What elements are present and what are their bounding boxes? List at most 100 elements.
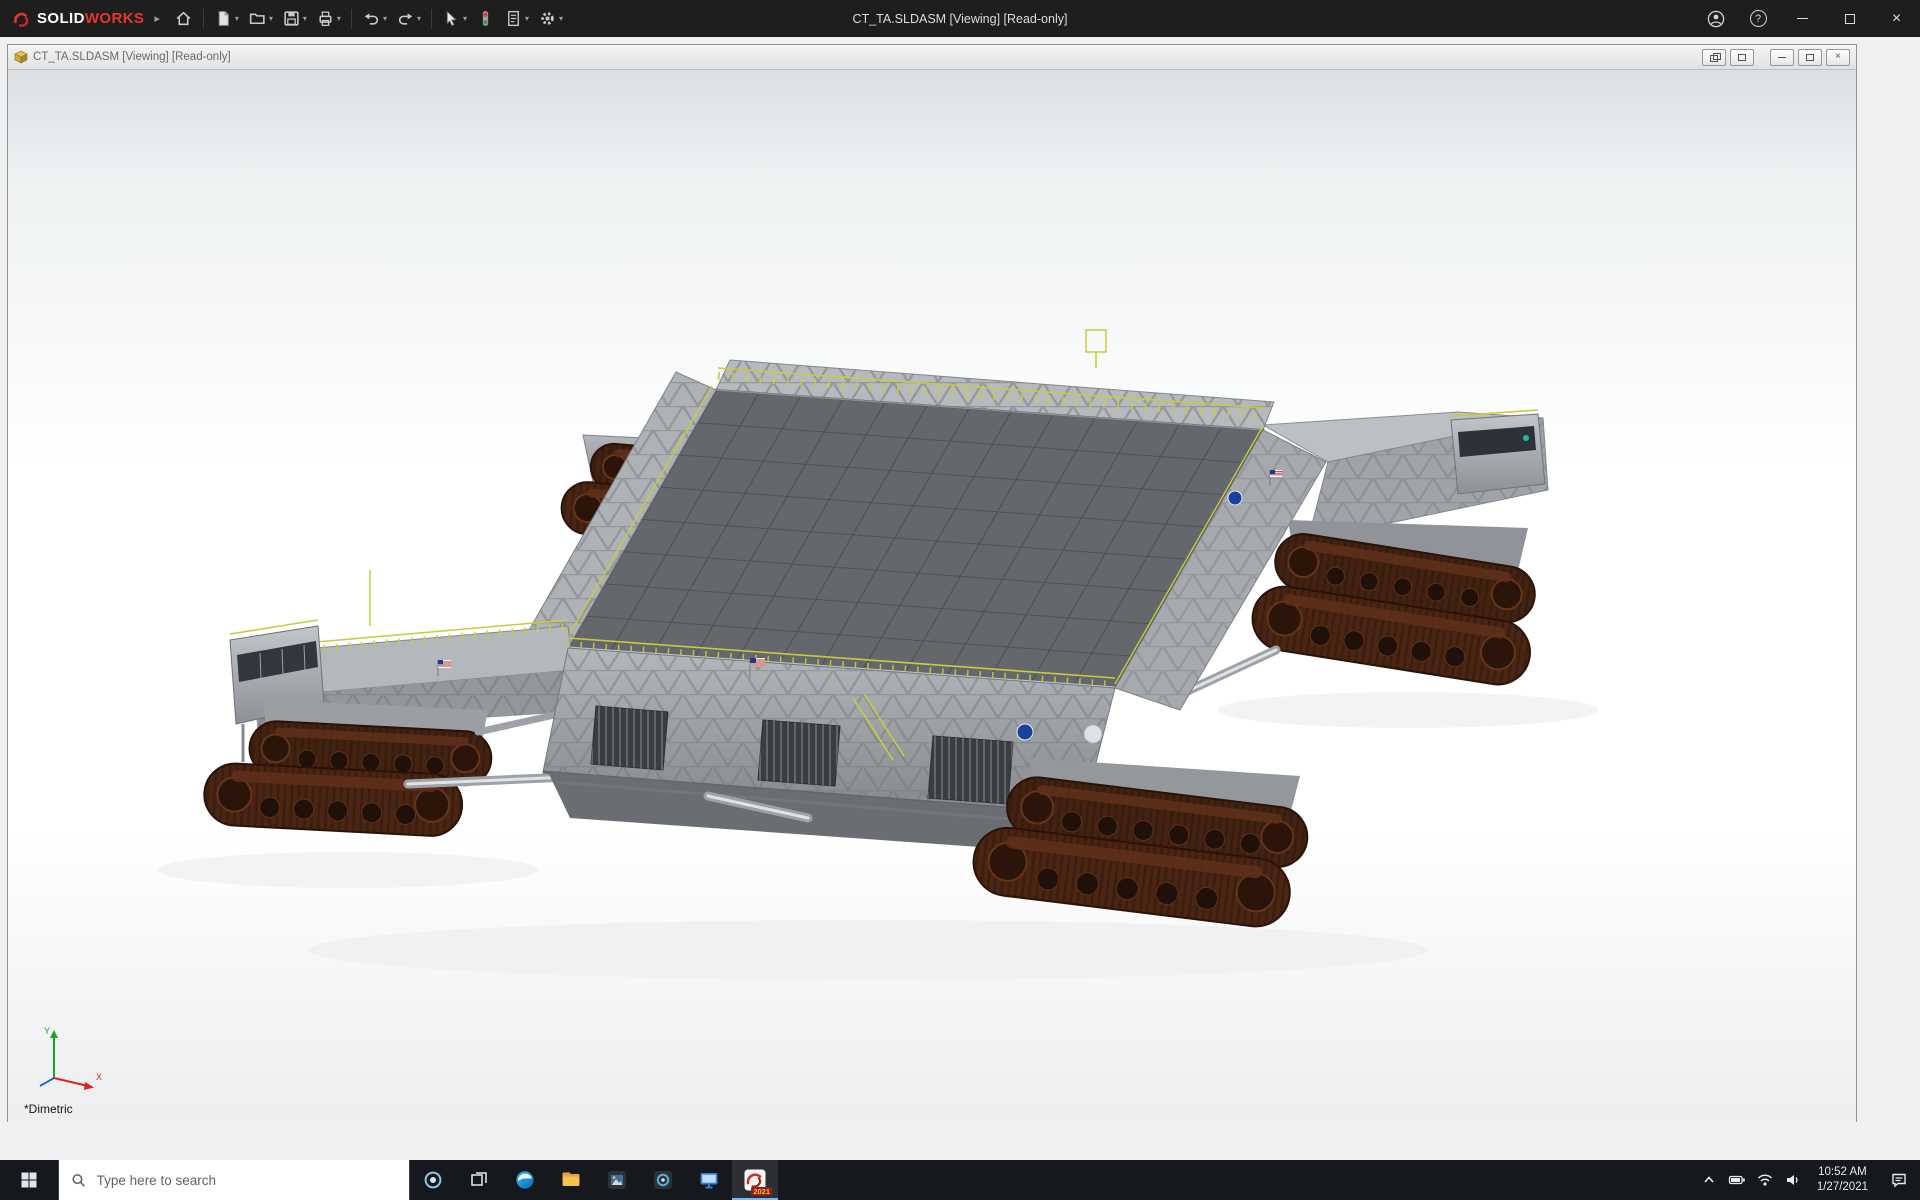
volume-control[interactable] [1779,1160,1807,1200]
chevron-up-icon [1702,1173,1716,1187]
action-center-icon [1890,1171,1908,1189]
dropdown-caret[interactable]: ▾ [337,14,341,23]
dropdown-caret[interactable]: ▾ [383,14,387,23]
taskbar-app-display[interactable] [686,1160,732,1200]
wifi-icon [1756,1171,1774,1189]
doc-tile-button[interactable] [1730,49,1754,66]
taskbar-task-view[interactable] [456,1160,502,1200]
select-button[interactable]: ▾ [438,5,471,33]
close-icon: × [1892,11,1901,27]
dropdown-caret[interactable]: ▾ [269,14,273,23]
home-button[interactable] [170,5,197,33]
dropdown-caret[interactable]: ▾ [303,14,307,23]
redo-button[interactable]: ▾ [392,5,425,33]
speaker-icon [1784,1171,1802,1189]
user-icon [1707,10,1725,28]
brand-works: WORKS [85,10,145,27]
dropdown-caret[interactable]: ▾ [417,14,421,23]
doc-cascade-button[interactable] [1702,49,1726,66]
taskbar-app-edge[interactable] [502,1160,548,1200]
taskbar-clock[interactable]: 10:52 AM 1/27/2021 [1807,1165,1878,1195]
photos-icon [606,1169,628,1191]
view-orientation-label: *Dimetric [24,1102,73,1116]
undo-icon [362,9,381,28]
dropdown-caret[interactable]: ▾ [525,14,529,23]
hidden-icons-button[interactable] [1695,1160,1723,1200]
edge-icon [514,1169,536,1191]
solidworks-version-badge: 2021 [751,1187,772,1196]
system-tray: 10:52 AM 1/27/2021 [1695,1160,1920,1200]
new-document-icon [214,9,233,28]
media-app-icon [652,1169,674,1191]
quick-access-toolbar: ▾ ▾ ▾ ▾ ▾ ▾ ▾ [170,5,567,33]
search-icon [71,1172,87,1189]
nasa-logo [1228,491,1242,505]
undo-button[interactable]: ▾ [358,5,391,33]
redo-icon [396,9,415,28]
triad-x-label: X [96,1072,102,1082]
doc-restore-icon [1806,54,1814,61]
windows-taskbar: 2021 10:52 AM [0,1160,1920,1200]
document-window-buttons: × [1702,49,1850,66]
rebuild-button[interactable] [472,5,499,33]
new-document-button[interactable]: ▾ [210,5,243,33]
rebuild-stoplight-icon [476,9,495,28]
action-center-button[interactable] [1878,1160,1920,1200]
save-button[interactable]: ▾ [278,5,311,33]
doc-minimize-icon [1778,57,1786,58]
graphics-viewport[interactable]: Y X *Dimetric [8,70,1856,1122]
dropdown-caret[interactable]: ▾ [235,14,239,23]
display-app-icon [698,1169,720,1191]
clock-date: 1/27/2021 [1817,1181,1868,1193]
app-titlebar: SOLIDWORKS ▸ ▾ ▾ ▾ ▾ ▾ ▾ [0,0,1920,37]
search-input[interactable] [97,1173,397,1188]
minimize-button[interactable] [1779,0,1826,37]
clock-time: 10:52 AM [1818,1166,1867,1178]
minimize-icon [1797,18,1808,19]
brand-solid: SOLID [37,10,85,27]
select-cursor-icon [442,9,461,28]
dropdown-caret[interactable]: ▾ [463,14,467,23]
taskbar-app-photos[interactable] [594,1160,640,1200]
document-title: CT_TA.SLDASM [Viewing] [Read-only] [33,51,231,63]
maximize-button[interactable] [1826,0,1873,37]
close-button[interactable]: × [1873,0,1920,37]
document-titlebar[interactable]: CT_TA.SLDASM [Viewing] [Read-only] × [8,45,1856,70]
account-button[interactable] [1695,0,1737,37]
print-button[interactable]: ▾ [312,5,345,33]
tile-icon [1738,54,1746,61]
file-explorer-icon [560,1169,582,1191]
open-button[interactable]: ▾ [244,5,277,33]
open-folder-icon [248,9,267,28]
task-view-icon [469,1170,489,1190]
file-properties-button[interactable]: ▾ [500,5,533,33]
battery-status[interactable] [1723,1160,1751,1200]
network-status[interactable] [1751,1160,1779,1200]
crawler-transporter-model[interactable] [8,70,1856,1122]
doc-restore-button[interactable] [1798,49,1822,66]
taskbar-app-media[interactable] [640,1160,686,1200]
doc-close-button[interactable]: × [1826,49,1850,66]
dropdown-caret[interactable]: ▾ [559,14,563,23]
orientation-triad[interactable]: Y X [32,1022,108,1092]
help-icon: ? [1750,10,1767,27]
toolbar-separator [203,9,204,29]
dassault-mark-icon [12,9,32,29]
doc-minimize-button[interactable] [1770,49,1794,66]
options-button[interactable]: ▾ [534,5,567,33]
save-icon [282,9,301,28]
round-tank [1084,725,1102,743]
nasa-logo [1017,724,1033,740]
help-button[interactable]: ? [1737,0,1779,37]
maximize-icon [1845,14,1855,24]
taskbar-search[interactable] [58,1160,410,1200]
assembly-document-icon [14,50,28,64]
taskbar-app-file-explorer[interactable] [548,1160,594,1200]
menu-flyout-arrow-icon[interactable]: ▸ [152,12,166,25]
taskbar-app-solidworks-2021[interactable]: 2021 [732,1160,778,1200]
file-properties-icon [504,9,523,28]
start-button[interactable] [0,1160,58,1200]
triad-y-label: Y [44,1026,50,1036]
windows-logo-icon [20,1171,38,1189]
taskbar-app-cortana[interactable] [410,1160,456,1200]
